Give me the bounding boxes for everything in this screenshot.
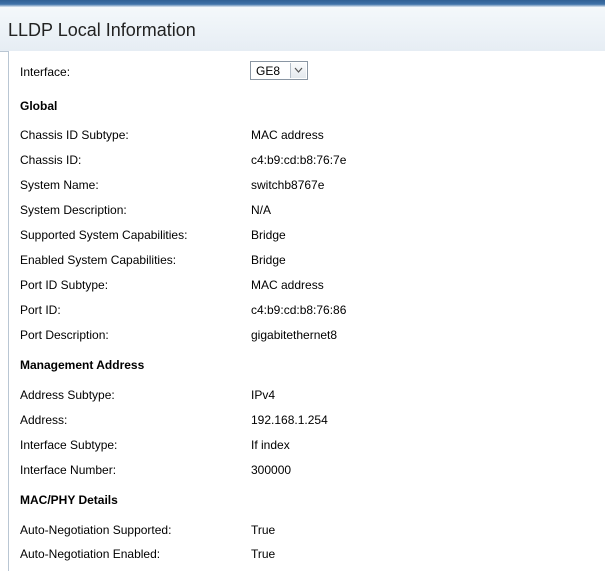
row-value: MAC address <box>251 278 324 292</box>
interface-label: Interface: <box>20 65 71 79</box>
row-value: gigabitethernet8 <box>251 328 338 342</box>
chevron-down-icon[interactable] <box>290 63 306 78</box>
row-label: Enabled System Capabilities: <box>20 253 177 267</box>
row-value: N/A <box>251 203 272 217</box>
row-value: c4:b9:cd:b8:76:7e <box>251 153 347 167</box>
lldp-info-panel: Interface: GE8 Global Chassis ID Subtype… <box>8 51 605 571</box>
row-value: True <box>251 523 276 537</box>
page-title: LLDP Local Information <box>8 20 196 40</box>
row-label: Auto-Negotiation Enabled: <box>20 547 161 561</box>
row-label: Interface Number: <box>20 463 117 477</box>
row-value: switchb8767e <box>251 178 325 192</box>
row-value: True <box>251 547 276 561</box>
row-value: IPv4 <box>251 388 276 402</box>
row-value: Bridge <box>251 253 286 267</box>
title-bar: LLDP Local Information <box>0 7 605 52</box>
row-label: Port ID Subtype: <box>20 278 109 292</box>
row-label: Auto-Negotiation Supported: <box>20 523 172 537</box>
row-label: System Description: <box>20 203 127 217</box>
section-global-heading: Global <box>20 99 58 113</box>
row-label: Port ID: <box>20 303 61 317</box>
section-macphy-heading: MAC/PHY Details <box>20 493 118 507</box>
top-banner <box>0 0 605 7</box>
row-label: Interface Subtype: <box>20 438 118 452</box>
row-label: Chassis ID: <box>20 153 82 167</box>
row-value: If index <box>251 438 290 452</box>
row-value: c4:b9:cd:b8:76:86 <box>251 303 347 317</box>
row-value: 300000 <box>251 463 292 477</box>
section-management-heading: Management Address <box>20 358 145 372</box>
row-label: Supported System Capabilities: <box>20 228 188 242</box>
interface-select[interactable]: GE8 <box>250 61 308 80</box>
row-label: System Name: <box>20 178 99 192</box>
interface-select-value: GE8 <box>256 64 281 78</box>
row-label: Address Subtype: <box>20 388 115 402</box>
row-value: MAC address <box>251 128 324 142</box>
row-value: Bridge <box>251 228 286 242</box>
row-value: 192.168.1.254 <box>251 413 328 427</box>
row-label: Chassis ID Subtype: <box>20 128 129 142</box>
row-label: Address: <box>20 413 68 427</box>
row-label: Port Description: <box>20 328 109 342</box>
